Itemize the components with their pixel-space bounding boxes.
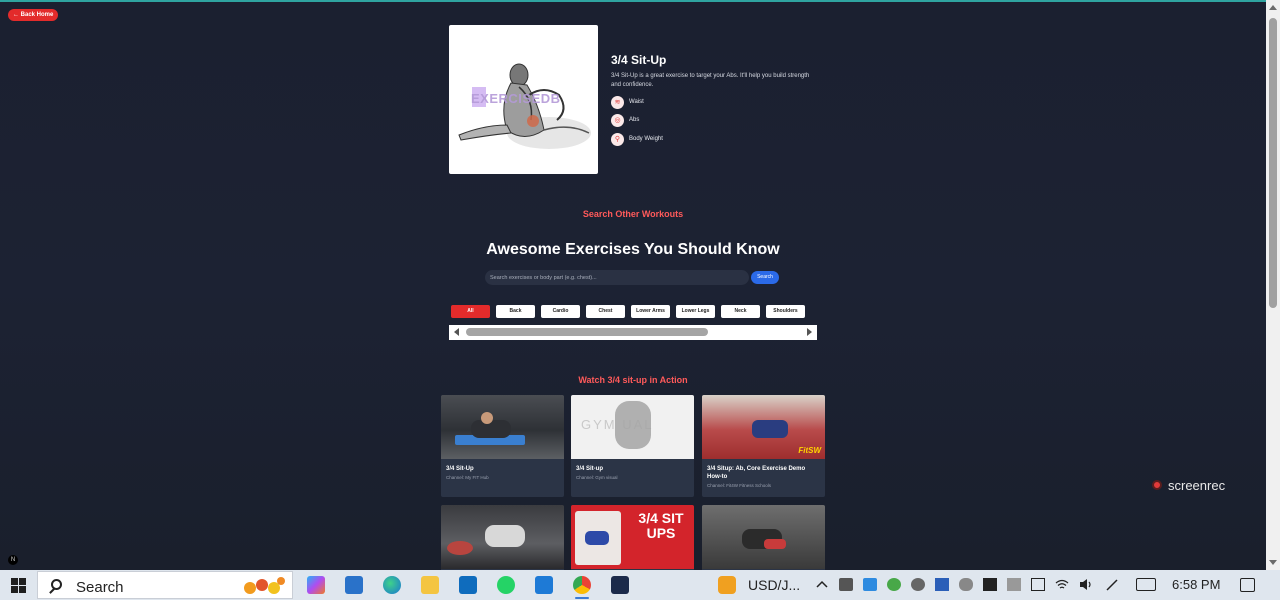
tag-label: Abs	[629, 117, 640, 123]
onedrive-icon[interactable]	[959, 578, 973, 591]
search-section-kicker: Search Other Workouts	[582, 209, 684, 219]
exercise-title: 3/4 Sit-Up	[611, 53, 667, 67]
video-thumbnail[interactable]	[441, 395, 564, 459]
keyboard-icon[interactable]	[1136, 578, 1156, 591]
video-title: 3/4 Sit-Up	[446, 466, 474, 472]
video-channel: Channel: My FIT Hub	[446, 475, 489, 480]
stocks-widget-icon[interactable]	[718, 576, 736, 594]
scroll-right-arrow-icon[interactable]	[807, 328, 812, 336]
usb-icon[interactable]	[1007, 578, 1021, 591]
windows-start-icon[interactable]	[11, 578, 26, 593]
video-card[interactable]: FitSW 3/4 Situp: Ab, Core Exercise Demo …	[702, 395, 825, 497]
exercisedb-logo-text: EXERCISEDB	[471, 91, 561, 106]
page-scrollbar[interactable]	[1266, 0, 1280, 570]
tag-label: Waist	[629, 99, 644, 105]
video-card[interactable]	[702, 505, 825, 570]
search-section-heading: Awesome Exercises You Should Know	[486, 241, 780, 258]
video-card[interactable]: 3/4 Sit-Up Channel: My FIT Hub	[441, 395, 564, 497]
screenrec-label: screenrec	[1168, 477, 1226, 493]
video-channel: Channel: Fit4W Fitness Schools	[707, 483, 772, 488]
scroll-down-arrow-icon[interactable]	[1269, 560, 1277, 565]
category-neck[interactable]: Neck	[721, 305, 760, 318]
category-all[interactable]: All	[451, 305, 490, 318]
video-title: 3/4 Situp: Ab, Core Exercise Demo How-to	[707, 466, 806, 480]
file-explorer-icon[interactable]	[421, 576, 439, 594]
tray-app-icon[interactable]	[863, 578, 877, 591]
taskbar-search-box[interactable]: Search	[37, 571, 293, 599]
video-card[interactable]: 3/4 SIT UPS	[571, 505, 694, 570]
vscode-icon[interactable]	[535, 576, 553, 594]
display-icon[interactable]	[935, 578, 949, 591]
target-icon: ◎	[611, 113, 624, 127]
scroll-left-arrow-icon[interactable]	[454, 328, 459, 336]
video-card[interactable]	[441, 505, 564, 570]
thumbnail-text: 3/4 SIT UPS	[638, 510, 684, 541]
copilot-icon[interactable]	[307, 576, 325, 594]
pen-icon[interactable]	[1105, 578, 1119, 591]
taskbar-clock[interactable]: 6:58 PM	[1172, 577, 1220, 592]
category-list: All Back Cardio Chest Lower Arms Lower L…	[451, 305, 805, 318]
tray-app-icon[interactable]	[911, 578, 925, 591]
tag-equipment: ⚲ Body Weight	[611, 132, 663, 146]
stocks-ticker[interactable]: USD/J...	[748, 577, 800, 593]
tray-app-icon[interactable]	[887, 578, 901, 591]
security-icon[interactable]	[983, 578, 997, 591]
app-page: ← Back Home EXERCISEDB 3/4 Sit-Up 3/4 Si…	[0, 0, 1266, 570]
notification-icon[interactable]	[1240, 578, 1255, 592]
videos-heading: Watch 3/4 sit-up in Action	[578, 375, 688, 385]
equipment-icon: ⚲	[611, 132, 624, 146]
exercise-description: 3/4 Sit-Up is a great exercise to target…	[611, 73, 810, 88]
search-button[interactable]: Search	[751, 271, 779, 284]
edge-icon[interactable]	[383, 576, 401, 594]
n-badge[interactable]: N	[8, 555, 18, 565]
exercise-image: EXERCISEDB	[449, 25, 598, 174]
scrollbar-thumb[interactable]	[466, 328, 708, 336]
whatsapp-icon[interactable]	[497, 576, 515, 594]
record-icon	[1152, 480, 1162, 490]
category-back[interactable]: Back	[496, 305, 535, 318]
video-title: 3/4 Sit-up	[576, 466, 604, 472]
category-shoulders[interactable]: Shoulders	[766, 305, 805, 318]
video-thumbnail[interactable]	[441, 505, 564, 569]
outlook-icon[interactable]	[459, 576, 477, 594]
back-home-button[interactable]: ← Back Home	[8, 9, 59, 21]
category-scrollbar[interactable]	[449, 325, 817, 340]
chrome-icon[interactable]	[573, 576, 591, 594]
search-icon-handle	[49, 588, 55, 594]
video-thumbnail[interactable]: GYM UAL	[571, 395, 694, 459]
category-cardio[interactable]: Cardio	[541, 305, 580, 318]
wifi-icon[interactable]	[1055, 578, 1069, 591]
windows-taskbar: Search USD/J... 6:58 PM	[0, 570, 1280, 600]
search-highlight-icon	[244, 577, 285, 594]
tag-label: Body Weight	[629, 136, 663, 142]
camera-icon[interactable]	[839, 578, 853, 591]
chevron-up-icon[interactable]	[815, 578, 829, 591]
video-thumbnail[interactable]	[702, 505, 825, 569]
taskbar-search-label: Search	[76, 579, 124, 596]
scroll-up-arrow-icon[interactable]	[1269, 5, 1277, 10]
category-lower-arms[interactable]: Lower Arms	[631, 305, 670, 318]
video-thumbnail[interactable]: 3/4 SIT UPS	[571, 505, 694, 569]
app-icon[interactable]	[611, 576, 629, 594]
exercise-search-input[interactable]	[485, 270, 749, 285]
microsoft-store-icon[interactable]	[345, 576, 363, 594]
tag-body-part: ≋ Waist	[611, 95, 644, 109]
volume-icon[interactable]	[1079, 578, 1093, 591]
battery-icon[interactable]	[1031, 578, 1045, 591]
video-channel: Channel: Gym visual	[576, 475, 618, 480]
tag-target: ◎ Abs	[611, 113, 639, 127]
video-card[interactable]: GYM UAL 3/4 Sit-up Channel: Gym visual	[571, 395, 694, 497]
chrome-active-indicator	[575, 597, 589, 599]
category-chest[interactable]: Chest	[586, 305, 625, 318]
category-lower-legs[interactable]: Lower Legs	[676, 305, 715, 318]
page-scrollbar-thumb[interactable]	[1269, 18, 1277, 308]
waist-icon: ≋	[611, 95, 624, 109]
screenrec-watermark: screenrec	[1152, 475, 1250, 495]
video-thumbnail[interactable]: FitSW	[702, 395, 825, 459]
category-scroller: All Back Cardio Chest Lower Arms Lower L…	[449, 304, 817, 340]
